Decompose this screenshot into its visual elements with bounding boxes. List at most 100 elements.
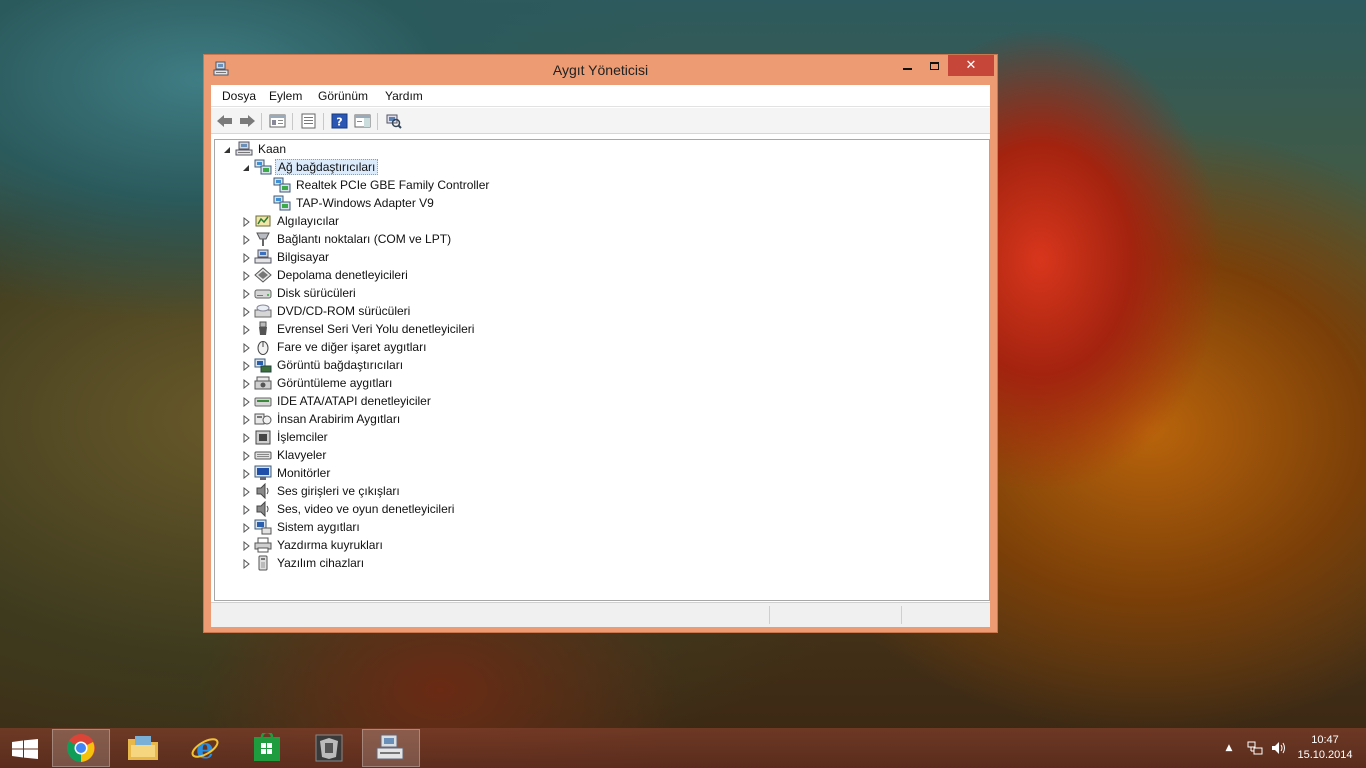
start-button-windows-icon[interactable] xyxy=(12,739,38,759)
tree-category[interactable]: Fare ve diğer işaret aygıtları xyxy=(254,338,428,356)
tree-category[interactable]: Depolama denetleyicileri xyxy=(254,266,410,284)
app-icon xyxy=(315,734,343,762)
toolbar-separator xyxy=(323,113,324,130)
collapse-root-icon[interactable] xyxy=(222,145,232,155)
expand-arrow-icon[interactable] xyxy=(241,307,251,317)
minimize-button[interactable] xyxy=(894,55,920,76)
tree-device-tap[interactable]: TAP-Windows Adapter V9 xyxy=(273,194,436,212)
menu-dosya[interactable]: Dosya xyxy=(222,89,256,103)
maximize-button[interactable] xyxy=(921,55,947,76)
tree-category[interactable]: IDE ATA/ATAPI denetleyiciler xyxy=(254,392,433,410)
tree-category[interactable]: Monitörler xyxy=(254,464,332,482)
tree-category[interactable]: Evrensel Seri Veri Yolu denetleyicileri xyxy=(254,320,476,338)
taskbar-store[interactable] xyxy=(238,729,296,767)
clock[interactable]: 10:47 15.10.2014 xyxy=(1290,733,1360,763)
device-manager-icon xyxy=(376,734,404,760)
tree-category[interactable]: Bağlantı noktaları (COM ve LPT) xyxy=(254,230,453,248)
expand-arrow-icon[interactable] xyxy=(241,217,251,227)
taskbar-device-manager[interactable] xyxy=(362,729,420,767)
expand-arrow-icon[interactable] xyxy=(241,397,251,407)
tree-category[interactable]: Bilgisayar xyxy=(254,248,331,266)
volume-tray-button[interactable] xyxy=(1268,728,1290,768)
show-hidden-icons-button[interactable]: ▲ xyxy=(1222,728,1236,768)
tree-category[interactable]: Algılayıcılar xyxy=(254,212,341,230)
tree-category[interactable]: İşlemciler xyxy=(254,428,330,446)
tree-root[interactable]: Kaan xyxy=(235,140,288,158)
network-icon xyxy=(1247,741,1263,755)
collapse-network-adapters-icon[interactable] xyxy=(241,163,251,173)
tree-category-label: Bilgisayar xyxy=(277,250,330,264)
device-tree[interactable]: Kaan Ağ bağdaştırıcıları Realtek PCIe GB… xyxy=(214,139,990,601)
expand-arrow-icon[interactable] xyxy=(241,451,251,461)
expand-arrow-icon[interactable] xyxy=(241,271,251,281)
imaging-device-icon xyxy=(254,376,272,390)
tree-category[interactable]: DVD/CD-ROM sürücüleri xyxy=(254,302,412,320)
taskbar-file-explorer[interactable] xyxy=(114,729,172,767)
tree-category-label: Yazdırma kuyrukları xyxy=(277,538,383,552)
tree-category-label: Bağlantı noktaları (COM ve LPT) xyxy=(277,232,452,246)
clock-time: 10:47 xyxy=(1311,734,1339,746)
taskbar-internet-explorer[interactable]: e xyxy=(176,729,234,767)
sensor-icon xyxy=(255,215,271,227)
monitor-icon xyxy=(254,465,272,480)
taskbar-app[interactable] xyxy=(300,729,358,767)
window-title: Aygıt Yöneticisi xyxy=(552,62,649,78)
expand-arrow-icon[interactable] xyxy=(241,379,251,389)
expand-arrow-icon[interactable] xyxy=(241,487,251,497)
back-arrow-icon[interactable] xyxy=(216,113,233,129)
folder-icon xyxy=(128,736,158,760)
taskbar-chrome[interactable] xyxy=(52,729,110,767)
clock-date: 15.10.2014 xyxy=(1297,749,1353,761)
menu-gorunum[interactable]: Görünüm xyxy=(318,89,368,103)
tree-category[interactable]: Ses, video ve oyun denetleyicileri xyxy=(254,500,456,518)
tree-category-label: Ses, video ve oyun denetleyicileri xyxy=(277,502,455,516)
close-button[interactable]: ✕ xyxy=(948,55,994,76)
tree-device-realtek[interactable]: Realtek PCIe GBE Family Controller xyxy=(273,176,491,194)
expand-arrow-icon[interactable] xyxy=(241,541,251,551)
menu-bar: Dosya Eylem Görünüm Yardım xyxy=(211,85,990,107)
tree-category[interactable]: Görüntüleme aygıtları xyxy=(254,374,394,392)
expand-arrow-icon[interactable] xyxy=(241,559,251,569)
tree-category[interactable]: Yazılım cihazları xyxy=(254,554,366,572)
toolbar: ? xyxy=(211,108,990,134)
tree-category[interactable]: Disk sürücüleri xyxy=(254,284,358,302)
expand-arrow-icon[interactable] xyxy=(241,505,251,515)
device-manager-window[interactable]: Aygıt Yöneticisi ✕ Dosya Eylem Görünüm Y… xyxy=(203,54,998,633)
expand-arrow-icon[interactable] xyxy=(241,361,251,371)
expand-arrow-icon[interactable] xyxy=(241,235,251,245)
expand-arrow-icon[interactable] xyxy=(241,415,251,425)
tree-category[interactable]: İnsan Arabirim Aygıtları xyxy=(254,410,402,428)
tree-category-label: İnsan Arabirim Aygıtları xyxy=(277,412,401,426)
tree-category[interactable]: Yazdırma kuyrukları xyxy=(254,536,385,554)
title-bar[interactable]: Aygıt Yöneticisi ✕ xyxy=(204,55,997,85)
chevron-up-icon: ▲ xyxy=(1225,743,1233,753)
expand-arrow-icon[interactable] xyxy=(241,343,251,353)
properties-icon[interactable] xyxy=(300,113,317,129)
tree-category[interactable]: Görüntü bağdaştırıcıları xyxy=(254,356,405,374)
network-adapter-icon xyxy=(273,195,291,211)
expand-arrow-icon[interactable] xyxy=(241,469,251,479)
help-icon[interactable]: ? xyxy=(331,113,348,129)
expand-arrow-icon[interactable] xyxy=(241,253,251,263)
toolbar-separator xyxy=(292,113,293,130)
tree-category-network-adapters[interactable]: Ağ bağdaştırıcıları xyxy=(254,158,379,176)
keyboard-icon xyxy=(254,451,272,460)
tree-category[interactable]: Klavyeler xyxy=(254,446,328,464)
storage-controller-icon xyxy=(254,267,272,283)
show-hide-console-tree-icon[interactable] xyxy=(269,113,286,129)
menu-yardim[interactable]: Yardım xyxy=(385,89,423,103)
hid-icon xyxy=(254,413,272,425)
network-tray-button[interactable] xyxy=(1244,728,1266,768)
expand-arrow-icon[interactable] xyxy=(241,325,251,335)
expand-arrow-icon[interactable] xyxy=(241,433,251,443)
menu-eylem[interactable]: Eylem xyxy=(269,89,302,103)
expand-arrow-icon[interactable] xyxy=(241,523,251,533)
show-action-pane-icon[interactable] xyxy=(354,113,371,129)
toolbar-separator xyxy=(261,113,262,130)
expand-arrow-icon[interactable] xyxy=(241,289,251,299)
tree-category[interactable]: Sistem aygıtları xyxy=(254,518,362,536)
forward-arrow-icon[interactable] xyxy=(239,113,256,129)
tree-category[interactable]: Ses girişleri ve çıkışları xyxy=(254,482,402,500)
tree-category-label: Depolama denetleyicileri xyxy=(277,268,408,282)
scan-hardware-icon[interactable] xyxy=(385,113,402,129)
